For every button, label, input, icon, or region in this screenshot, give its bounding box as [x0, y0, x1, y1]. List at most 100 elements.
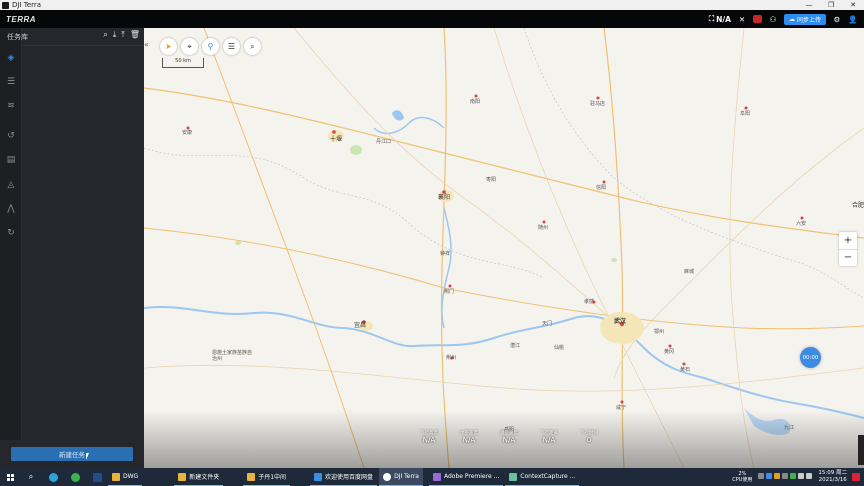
waypoint-icon[interactable]: ↺ [4, 130, 18, 142]
window-title: DJI Terra [12, 1, 42, 9]
window-titlebar: DJI Terra — ❐ ✕ [0, 0, 864, 10]
panel-header: 任务库 ⌕ ⤓ ⤒ 🗑 [7, 28, 144, 46]
mission-icon[interactable]: ≋ [4, 100, 18, 112]
sidebar-rail: ◈ ☰ ≋ ↺ ▤ ◬ ⋀ ↻ [0, 28, 22, 440]
new-mission-button[interactable]: 新建任务 [11, 447, 133, 461]
taskbar-app[interactable]: 新建文件夹 [174, 468, 224, 486]
taskbar-app[interactable]: DWG [108, 468, 143, 486]
header-status: ⛶ N/A ✕ ⚇ ☁ 同步上传 ⚙ 👤 [709, 10, 858, 28]
pin-icon[interactable]: ⚲ [202, 38, 219, 55]
delete-icon[interactable]: 🗑 [130, 30, 140, 40]
city-label: 钟祥 [440, 251, 451, 257]
model-icon[interactable]: ☰ [4, 76, 18, 88]
telemetry-item: 水平速度 N/A [455, 430, 483, 444]
network-icon[interactable]: ⚇ [768, 15, 778, 24]
city-label: 随州 [538, 225, 549, 231]
taskbar-app[interactable]: 子丹1中间 [243, 468, 291, 486]
panel-tools: ⌕ ⤓ ⤒ 🗑 [103, 30, 140, 40]
map-view[interactable]: 十堰 襄阳 宜昌 武汉 荆门 荆州 孝感 随州 信阳 南阳 驻马店 黄冈 黄石 … [144, 28, 864, 468]
mission-library-panel: 任务库 ⌕ ⤓ ⤒ 🗑 [7, 28, 144, 468]
list-icon[interactable]: ☰ [223, 38, 240, 55]
windows-logo-icon [6, 473, 14, 481]
notification-icon[interactable] [852, 473, 860, 481]
user-icon[interactable]: 👤 [848, 15, 858, 24]
taskbar-app[interactable]: 欢迎使用百度网盘 [310, 468, 378, 486]
terra-logo: TERRA [6, 14, 37, 24]
start-button[interactable] [0, 468, 20, 486]
flight-timer[interactable]: 00:00 [800, 347, 821, 368]
oblique-icon[interactable]: ◬ [4, 179, 18, 191]
mouse-cursor [86, 453, 89, 460]
city-label: 丹江口 [376, 139, 392, 145]
baidu-netdisk-icon [314, 472, 323, 481]
clock[interactable]: 15:09 周二 2021/3/16 [818, 470, 847, 484]
edge-icon[interactable] [42, 468, 64, 486]
telemetry-label: 飞行距离 [540, 431, 558, 436]
zoom-in-button[interactable]: + [839, 232, 857, 249]
upload-label: 同步上传 [796, 16, 821, 24]
upload-button[interactable]: ☁ 同步上传 [783, 13, 826, 25]
window-controls: — ❐ ✕ [798, 0, 864, 10]
map-base [144, 28, 864, 468]
telemetry-label: 垂直速度 [500, 431, 518, 436]
signal-icon: ⛶ [708, 14, 715, 23]
taskbar-app[interactable]: Adobe Premiere ... [428, 468, 504, 486]
city-label: 荆门 [444, 289, 455, 295]
city-label: 鄂州 [654, 329, 665, 335]
taskbar-app-label: ContextCapture ... [520, 473, 576, 480]
refresh-icon[interactable]: ↻ [4, 227, 18, 239]
system-tray: 2% CPU使用 15:09 周二 2021/3/16 [732, 468, 860, 486]
collapse-panel-icon[interactable]: « [144, 40, 149, 49]
telemetry-value: 0 [586, 436, 592, 444]
city-label: 阜阳 [740, 111, 751, 117]
maximize-button[interactable]: ❐ [820, 0, 842, 10]
compass-icon[interactable]: ➤ [160, 38, 177, 55]
search-taskbar-icon[interactable]: ⌕ [20, 468, 42, 486]
cpu-label: CPU使用 [732, 477, 753, 483]
zoom-control: + − [839, 232, 857, 266]
map-scale: 50 km [162, 58, 204, 68]
city-label: 潜江 [510, 343, 521, 349]
mapping-icon[interactable]: ▤ [4, 154, 18, 166]
taskbar-app[interactable]: ContextCapture ... [505, 468, 580, 486]
map-search-icon[interactable]: ⌕ [244, 38, 261, 55]
city-label: 合肥 [852, 202, 864, 209]
corridor-icon[interactable]: ⋀ [4, 203, 18, 215]
city-label: 黄冈 [664, 349, 675, 355]
export-icon[interactable]: ⤒ [121, 30, 125, 40]
city-label: 枣阳 [486, 177, 497, 183]
photoshop-icon[interactable] [86, 468, 108, 486]
import-icon[interactable]: ⤓ [113, 30, 117, 40]
tray-icons[interactable] [757, 473, 813, 481]
folder-icon [112, 472, 120, 481]
city-label: 荆州 [446, 355, 457, 361]
taskbar-app-label: DJI Terra [394, 473, 419, 480]
taskbar-app-active[interactable]: DJI Terra [379, 468, 423, 486]
city-label: 六安 [796, 221, 807, 227]
signal-status: ⛶ N/A [709, 14, 731, 24]
telemetry-item: 飞行距离 N/A [535, 430, 563, 444]
telemetry-bar: 飞行高度 N/A 水平速度 N/A 垂直速度 N/A 飞行距离 N/A 飞行时间… [415, 430, 603, 444]
city-label: 宜昌 [354, 322, 367, 329]
telemetry-item: 飞行高度 N/A [415, 430, 443, 444]
telemetry-value: N/A [462, 436, 476, 444]
telemetry-value: N/A [502, 436, 516, 444]
close-button[interactable]: ✕ [842, 0, 864, 10]
dji-terra-icon [383, 472, 392, 481]
taskbar-app-label: DWG [123, 473, 139, 480]
contextcapture-icon [509, 472, 518, 481]
taskbar-app-label: 新建文件夹 [189, 474, 220, 481]
city-label: 十堰 [330, 136, 343, 143]
city-label: 孝感 [584, 299, 595, 305]
locate-icon[interactable]: ⌖ [181, 38, 198, 55]
settings-gear-icon[interactable]: ⚙ [832, 15, 842, 24]
minimize-button[interactable]: — [798, 0, 820, 10]
map-edge-handle [858, 435, 864, 465]
zoom-out-button[interactable]: − [839, 248, 857, 267]
cloud-icon: ☁ [788, 15, 795, 23]
layers-icon[interactable]: ◈ [4, 52, 18, 64]
search-icon[interactable]: ⌕ [103, 30, 107, 40]
taskbar: ⌕ DWG 新建文件夹 子丹1中间 欢迎使用百度网盘 DJI Terra Ado… [0, 468, 864, 486]
taskbar-app-label: Adobe Premiere ... [443, 473, 500, 480]
wechat-icon[interactable] [64, 468, 86, 486]
